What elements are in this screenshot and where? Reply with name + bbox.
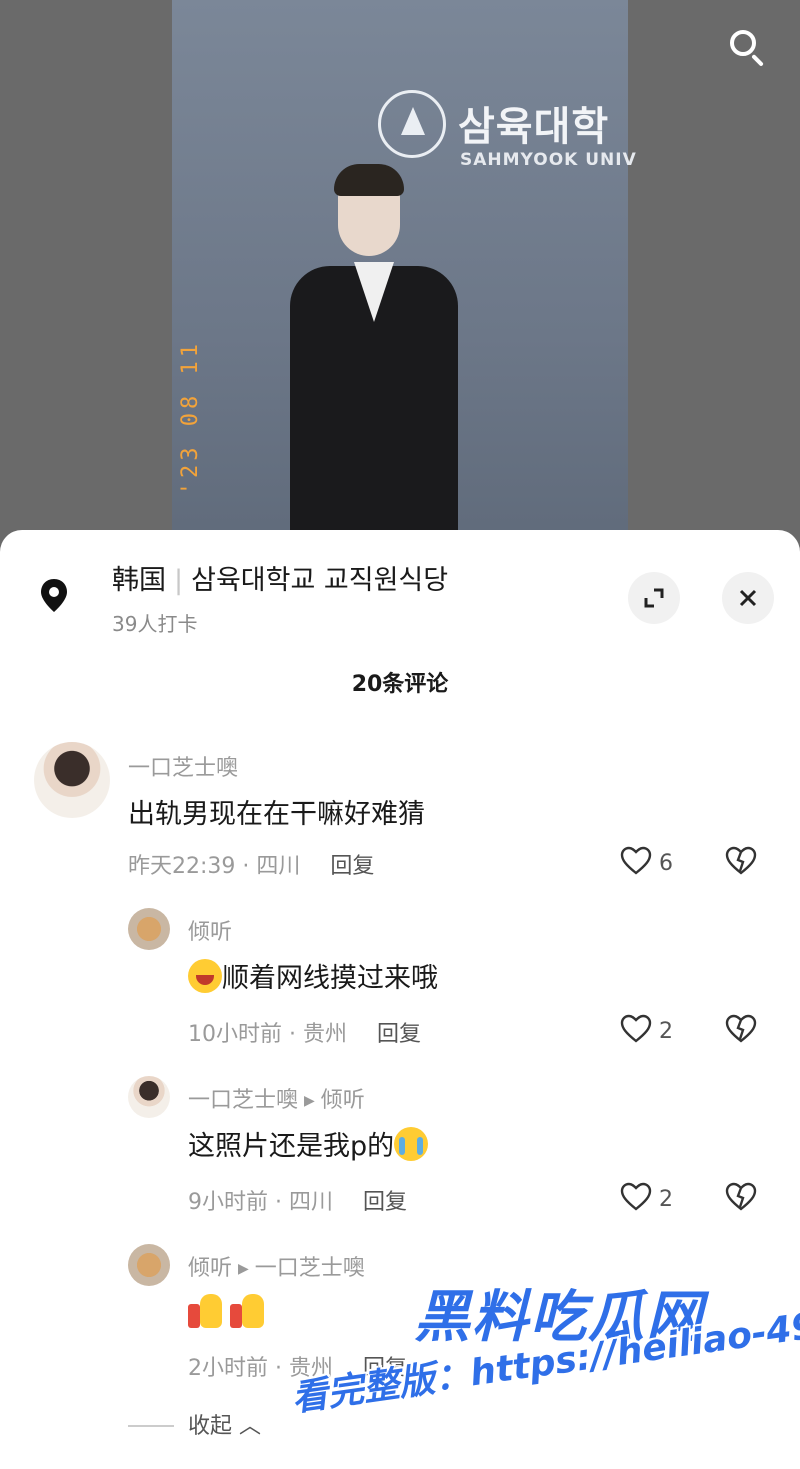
reply-arrow-icon: ▶ [238, 1261, 249, 1277]
like-button[interactable]: 2 [620, 1014, 673, 1044]
laughing-crying-emoji-icon [188, 959, 222, 993]
location-place: 삼육대학교 교직원식당 [191, 565, 449, 596]
comment-author[interactable]: 倾听 [188, 914, 232, 946]
expand-button[interactable] [628, 572, 680, 624]
comment-time: 10小时前 · 贵州 [188, 1022, 347, 1047]
comment-text: 这照片还是我p的 [188, 1124, 429, 1163]
reply-to-name[interactable]: 一口芝士噢 [255, 1256, 365, 1281]
comment-meta: 昨天22:39 · 四川 回复 [128, 848, 374, 880]
crying-emoji-icon [394, 1127, 429, 1161]
comment-author: 一口芝士噢 ▶ 倾听 [188, 1088, 365, 1113]
checkin-count: 39人打卡 [112, 612, 198, 636]
comments-count-title: 20条评论 [351, 672, 449, 697]
comment-text [188, 1290, 272, 1328]
search-button[interactable] [724, 24, 772, 72]
reply-button[interactable]: 回复 [330, 854, 374, 879]
like-button[interactable]: 2 [620, 1182, 673, 1212]
comment-meta: 9小时前 · 四川 回复 [188, 1184, 407, 1216]
divider [128, 1425, 174, 1427]
like-count: 2 [659, 1019, 673, 1044]
search-icon [730, 30, 756, 56]
comment-author: 倾听 ▶ 一口芝士噢 [188, 1256, 365, 1281]
avatar[interactable] [34, 742, 110, 818]
chevron-up-icon: ︿ [239, 1414, 262, 1439]
expand-icon [644, 588, 664, 608]
sign-korean-text: 삼육대학 [458, 104, 610, 150]
location-country: 韩国 [112, 565, 166, 596]
comment-meta: 10小时前 · 贵州 回复 [188, 1016, 421, 1048]
close-icon [739, 589, 757, 607]
avatar[interactable] [128, 1244, 170, 1286]
comment-time: 9小时前 · 四川 [188, 1190, 333, 1215]
sign-english-text: SAHMYOOK UNIV [460, 150, 637, 170]
dislike-icon[interactable] [724, 1014, 758, 1044]
reply-button[interactable]: 回复 [363, 1190, 407, 1215]
avatar[interactable] [128, 1076, 170, 1118]
dislike-icon[interactable] [724, 846, 758, 876]
reply-to-name[interactable]: 倾听 [321, 1088, 365, 1113]
photo-date-stamp: '23 08 11 [178, 340, 203, 496]
heart-icon [620, 1182, 652, 1211]
like-count: 2 [659, 1187, 673, 1212]
collapse-replies-button[interactable]: 收起 ︿ [128, 1408, 261, 1440]
photo-blur-left [0, 0, 172, 560]
person-in-suit [290, 164, 460, 530]
like-button[interactable]: 6 [620, 846, 673, 876]
university-emblem-icon [378, 90, 446, 158]
heart-icon [620, 1014, 652, 1043]
comment-text: 顺着网线摸过来哦 [188, 956, 438, 995]
photo-blur-right [628, 0, 800, 560]
thumbs-up-emoji-icon [188, 1290, 224, 1328]
thumbs-up-emoji-icon [230, 1290, 266, 1328]
dislike-icon[interactable] [724, 1182, 758, 1212]
location-title[interactable]: 韩国 | 삼육대학교 교직원식당 [112, 558, 448, 597]
heart-icon [620, 846, 652, 875]
like-count: 6 [659, 851, 673, 876]
avatar[interactable] [128, 908, 170, 950]
comment-author[interactable]: 一口芝士噢 [128, 750, 238, 782]
reply-button[interactable]: 回复 [377, 1022, 421, 1047]
close-button[interactable] [722, 572, 774, 624]
comment-time: 昨天22:39 · 四川 [128, 854, 301, 879]
reply-arrow-icon: ▶ [304, 1093, 315, 1109]
comment-text: 出轨男现在在干嘛好难猜 [128, 799, 425, 830]
location-pin-icon [41, 579, 67, 612]
post-photo: 삼육대학 SAHMYOOK UNIV '23 08 11 [0, 0, 800, 560]
